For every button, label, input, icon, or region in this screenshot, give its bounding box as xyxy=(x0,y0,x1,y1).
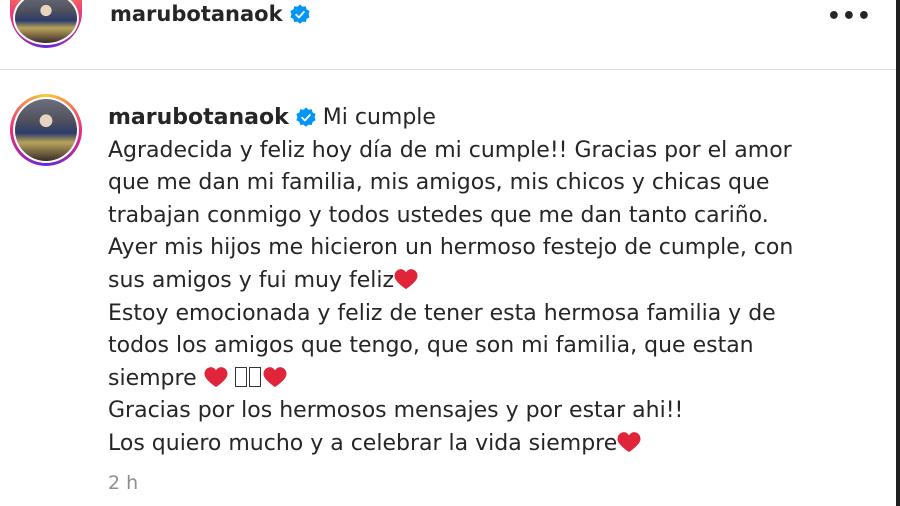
caption-line-with-emojis: siempre xyxy=(108,363,868,396)
post-caption-block: marubotanaok Mi cumple Agradecida y feliz… xyxy=(0,70,896,506)
caption-line: trabajan conmigo y todos ustedes que me … xyxy=(108,202,769,228)
caption-line: que me dan mi familia, mis amigos, mis c… xyxy=(108,170,770,196)
caption-username[interactable]: marubotanaok xyxy=(108,105,289,130)
caption-line: Ayer mis hijos me hicieron un hermoso fe… xyxy=(108,235,794,261)
caption-line-with-heart: Los quiero mucho y a celebrar la vida si… xyxy=(108,428,868,461)
red-heart-icon xyxy=(617,432,641,452)
red-heart-icon xyxy=(204,366,228,387)
header-username[interactable]: marubotanaok xyxy=(110,2,283,26)
window-frame-edge xyxy=(896,0,900,506)
caption-line-with-heart: sus amigos y fui muy feliz xyxy=(108,265,868,298)
caption-line: Los quiero mucho y a celebrar la vida si… xyxy=(108,430,618,456)
caption-text: marubotanaok Mi cumple Agradecida y feliz… xyxy=(108,102,868,461)
verified-badge-icon xyxy=(296,107,316,127)
caption-line: Agradecida y feliz hoy día de mi cumple!… xyxy=(108,137,792,163)
missing-glyph-icon xyxy=(234,366,247,387)
caption-first-line: marubotanaok Mi cumple xyxy=(108,102,868,135)
missing-glyph-icon xyxy=(248,366,261,387)
red-heart-icon xyxy=(394,269,418,289)
caption-line: siempre xyxy=(108,365,204,391)
red-heart-icon xyxy=(263,366,287,387)
caption-avatar[interactable] xyxy=(10,94,82,166)
caption-line: Estoy emocionada y feliz de tener esta h… xyxy=(108,300,776,326)
caption-title: Mi cumple xyxy=(322,105,436,130)
caption-line: sus amigos y fui muy feliz xyxy=(108,267,395,293)
post-header: marubotanaok ••• xyxy=(0,0,896,70)
post-timestamp[interactable]: 2 h xyxy=(108,472,138,494)
verified-badge-icon xyxy=(289,4,310,24)
caption-line: todos los amigos que tengo, que son mi f… xyxy=(108,333,754,359)
header-username-row: marubotanaok xyxy=(110,2,311,26)
header-avatar[interactable] xyxy=(10,0,82,48)
more-options-icon[interactable]: ••• xyxy=(827,4,872,29)
caption-line: Gracias por los hermosos mensajes y por … xyxy=(108,398,684,424)
